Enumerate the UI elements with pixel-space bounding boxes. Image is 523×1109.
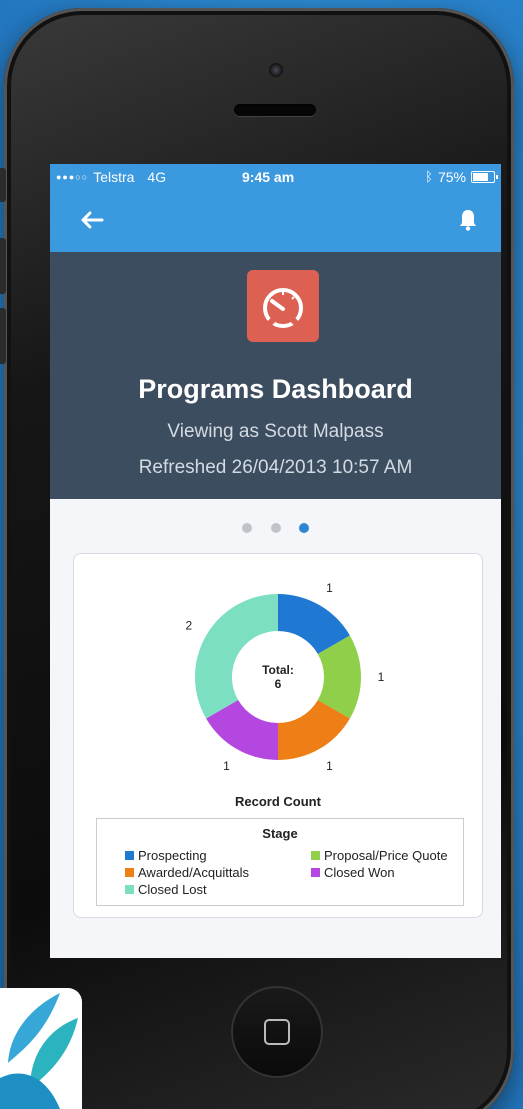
legend-swatch: [311, 851, 320, 860]
brand-logo: [0, 988, 82, 1109]
data-label: 1: [326, 581, 333, 595]
center-total-value: 6: [275, 677, 282, 691]
phone-screen: ●●●○○ Telstra 4G 9:45 am ᛒ 75% Programs …: [50, 164, 501, 958]
page-indicator[interactable]: [50, 520, 501, 538]
signal-icon: ●●●○○: [56, 171, 89, 182]
chart-card[interactable]: 1 1 1 1 2 Total: 6 Record Count Stage Prospecti…: [73, 553, 483, 918]
bluetooth-icon: ᛒ: [425, 169, 433, 184]
legend-item: Closed Lost: [125, 882, 207, 897]
page-dot-1[interactable]: [242, 523, 253, 533]
left-arrow-icon[interactable]: [80, 211, 104, 229]
legend-swatch: [125, 885, 134, 894]
legend-label: Prospecting: [138, 848, 207, 863]
page-title: Programs Dashboard: [138, 374, 413, 404]
page-dot-2[interactable]: [270, 523, 281, 533]
legend-label: Closed Won: [324, 865, 395, 880]
volume-up-button: [0, 238, 6, 294]
legend-swatch: [125, 851, 134, 860]
data-label: 1: [326, 759, 333, 773]
viewing-as-text: Viewing as Scott Malpass: [167, 421, 384, 442]
earpiece-speaker: [234, 104, 316, 116]
speedometer-icon: [247, 270, 319, 342]
chart-title: Record Count: [235, 794, 322, 809]
legend-item: Proposal/Price Quote: [311, 848, 448, 863]
dashboard-header: Programs Dashboard Viewing as Scott Malp…: [50, 252, 501, 499]
bell-icon[interactable]: [459, 209, 477, 231]
legend-label: Proposal/Price Quote: [324, 848, 448, 863]
legend-label: Awarded/Acquittals: [138, 865, 250, 880]
network-type: 4G: [147, 168, 167, 185]
legend-label: Closed Lost: [138, 882, 207, 897]
clock: 9:45 am: [242, 168, 295, 185]
center-total-label: Total:: [262, 663, 294, 677]
nav-bar: [50, 189, 501, 252]
page-dot-3[interactable]: [298, 523, 309, 533]
front-camera: [269, 63, 283, 77]
legend-item: Prospecting: [125, 848, 207, 863]
home-button[interactable]: [231, 986, 323, 1078]
data-label: 1: [378, 670, 385, 684]
legend-swatch: [311, 868, 320, 877]
carrier-name: Telstra: [93, 168, 135, 185]
data-label: 2: [185, 619, 192, 633]
slice-closed-lost[interactable]: [195, 594, 278, 719]
status-bar: ●●●○○ Telstra 4G 9:45 am ᛒ 75%: [50, 164, 501, 189]
battery-percent: 75%: [437, 168, 466, 185]
legend-item: Closed Won: [311, 865, 395, 880]
legend-title: Stage: [262, 826, 298, 841]
mute-switch: [0, 168, 6, 202]
chart-legend: Stage Prospecting Proposal/Price Quote Awa…: [96, 818, 464, 906]
refreshed-timestamp: Refreshed 26/04/2013 10:57 AM: [138, 457, 413, 478]
donut-chart[interactable]: 1 1 1 1 2 Total:6 Record Count: [74, 554, 482, 818]
volume-down-button: [0, 308, 6, 364]
legend-item: Awarded/Acquittals: [125, 865, 249, 880]
battery-icon: [471, 170, 498, 183]
legend-swatch: [125, 868, 134, 877]
data-label: 1: [223, 759, 230, 773]
